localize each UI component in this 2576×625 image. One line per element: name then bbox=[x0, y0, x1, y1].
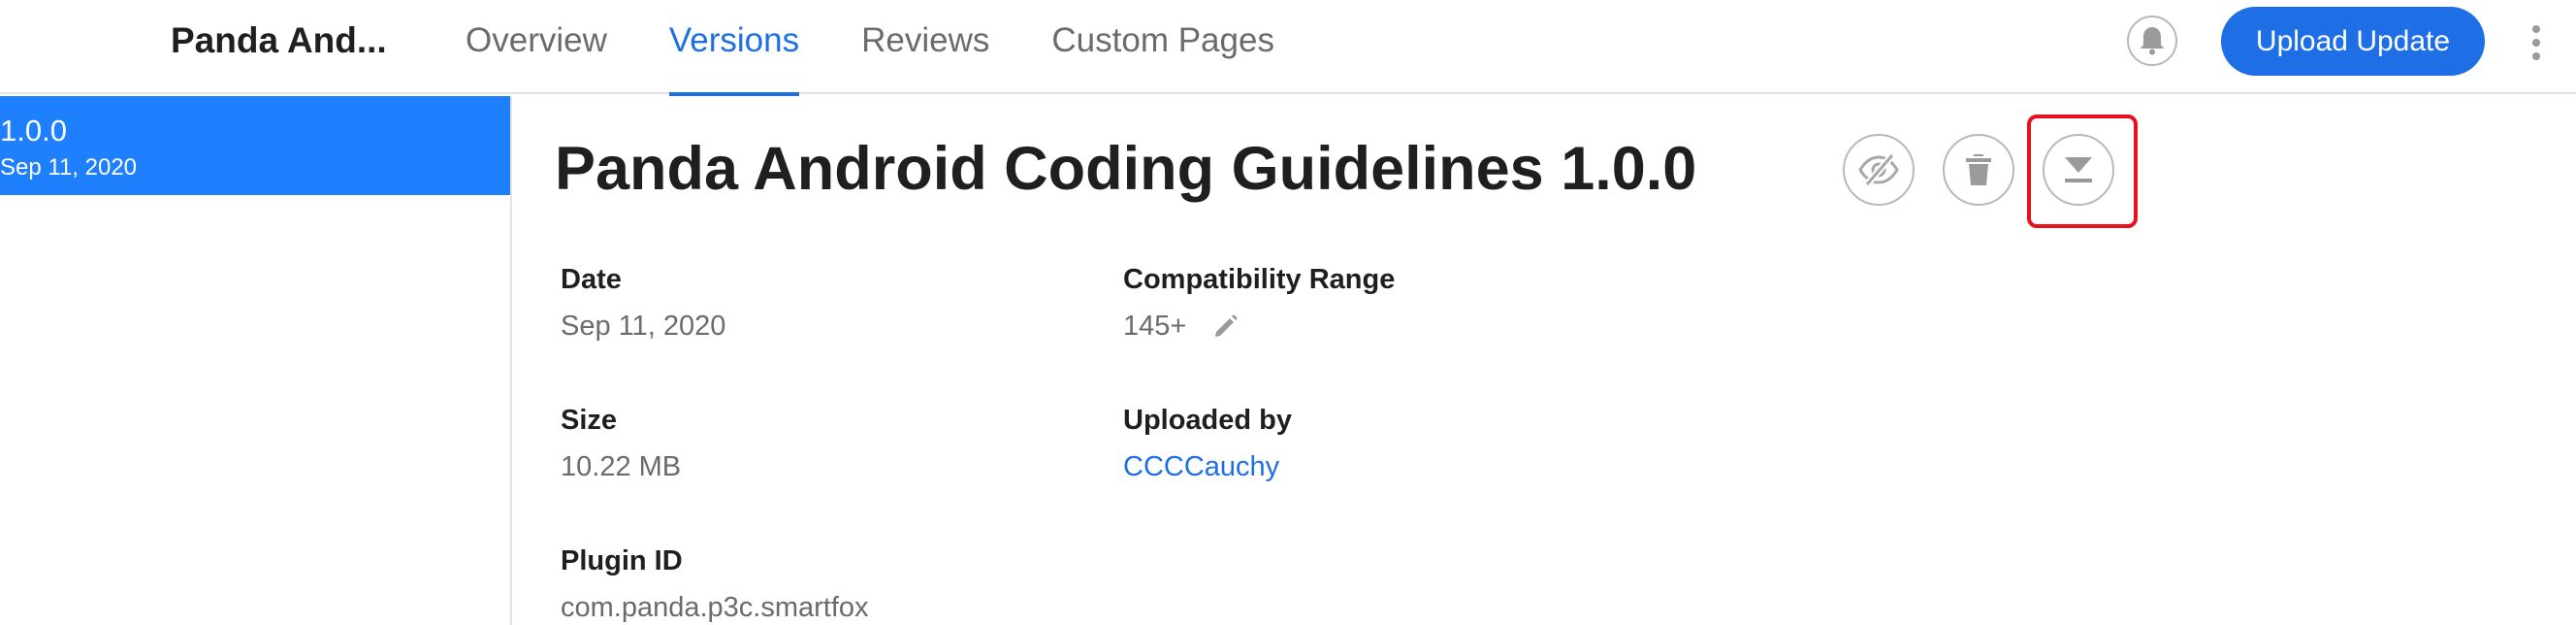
sidebar-item-version[interactable]: 1.0.0 Sep 11, 2020 bbox=[0, 96, 510, 195]
app-title: Panda And... bbox=[171, 20, 387, 60]
delete-button[interactable] bbox=[1943, 134, 2014, 206]
edit-compatibility-button[interactable] bbox=[1211, 312, 1240, 341]
size-label: Size bbox=[561, 405, 618, 436]
size-value: 10.22 MB bbox=[561, 451, 682, 482]
notifications-button[interactable] bbox=[2127, 16, 2177, 66]
uploaded-by-label: Uploaded by bbox=[1123, 405, 1293, 436]
tab-reviews[interactable]: Reviews bbox=[861, 0, 989, 94]
upload-update-button[interactable]: Upload Update bbox=[2221, 7, 2485, 76]
page-title: Panda Android Coding Guidelines 1.0.0 bbox=[555, 135, 1697, 203]
plugin-id-label: Plugin ID bbox=[561, 545, 683, 576]
tab-overview[interactable]: Overview bbox=[466, 0, 607, 94]
field-plugin-id: Plugin ID com.panda.p3c.smartfox bbox=[561, 544, 869, 624]
date-value: Sep 11, 2020 bbox=[561, 311, 726, 342]
date-label: Date bbox=[561, 264, 622, 295]
tab-versions[interactable]: Versions bbox=[668, 0, 800, 96]
top-bar: Panda And... Overview Versions Reviews C… bbox=[0, 0, 2576, 96]
nav-tabs: Overview Versions Reviews Custom Pages bbox=[466, 0, 1336, 96]
field-date: Date Sep 11, 2020 bbox=[561, 263, 725, 343]
plugin-id-value: com.panda.p3c.smartfox bbox=[561, 592, 869, 623]
eye-off-icon bbox=[1858, 153, 1899, 186]
trash-icon bbox=[1966, 154, 1991, 185]
version-date: Sep 11, 2020 bbox=[0, 154, 138, 181]
compatibility-value-row: 145+ bbox=[1123, 310, 1395, 343]
versions-sidebar: 1.0.0 Sep 11, 2020 bbox=[0, 96, 512, 625]
more-menu-button[interactable] bbox=[2522, 14, 2551, 72]
pencil-icon bbox=[1215, 314, 1239, 337]
tab-custom-pages[interactable]: Custom Pages bbox=[1051, 0, 1274, 94]
more-vertical-icon bbox=[2532, 25, 2540, 33]
version-number: 1.0.0 bbox=[0, 114, 67, 148]
field-size: Size 10.22 MB bbox=[561, 404, 681, 483]
hide-button[interactable] bbox=[1843, 134, 1915, 206]
bell-icon bbox=[2141, 27, 2164, 55]
field-uploaded-by: Uploaded by CCCCauchy bbox=[1123, 404, 1292, 483]
uploader-link[interactable]: CCCCauchy bbox=[1123, 450, 1292, 483]
field-compatibility: Compatibility Range 145+ bbox=[1123, 263, 1395, 343]
compatibility-value: 145+ bbox=[1123, 311, 1187, 342]
compatibility-label: Compatibility Range bbox=[1123, 264, 1396, 295]
download-button-highlight bbox=[2027, 115, 2138, 228]
